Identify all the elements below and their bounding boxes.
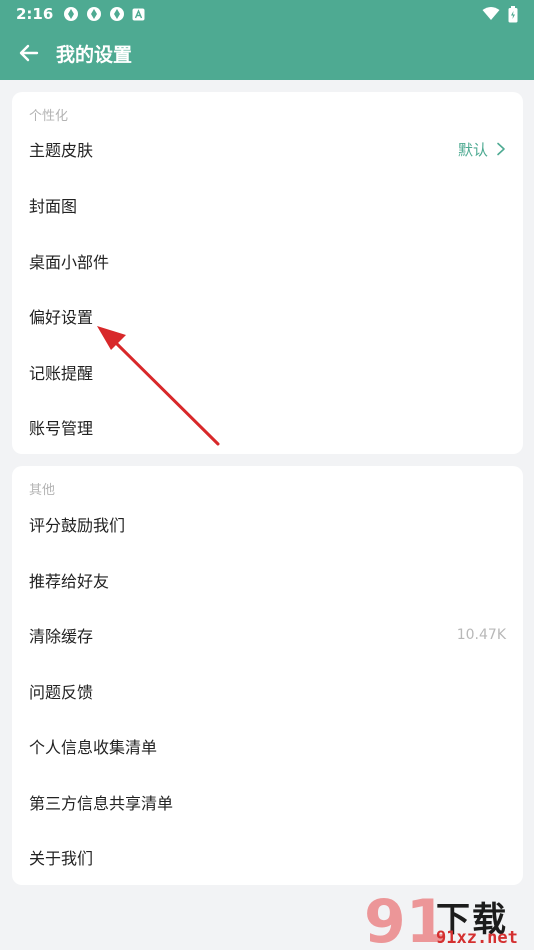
section-label-other: 其他 (29, 483, 56, 498)
settings-item-feedback[interactable]: 问题反馈 (12, 664, 523, 718)
a-icon (132, 8, 145, 20)
page-title: 我的设置 (56, 43, 133, 66)
notification-icons (63, 6, 145, 22)
toolbar: 我的设置 (0, 30, 534, 76)
theme-value: 默认 (457, 140, 488, 159)
settings-item-third-party-sharing-list[interactable]: 第三方信息共享清单 (12, 775, 523, 829)
settings-item-personal-info-list[interactable]: 个人信息收集清单 (12, 719, 523, 773)
settings-item-rate-us[interactable]: 评分鼓励我们 (12, 497, 523, 551)
row-label: 清除缓存 (29, 627, 94, 646)
settings-item-theme-skin[interactable]: 主题皮肤 默认 (12, 122, 523, 176)
settings-item-preferences[interactable]: 偏好设置 (12, 289, 523, 343)
app-icon (87, 7, 102, 21)
status-time: 2:16 (16, 5, 54, 23)
row-label: 主题皮肤 (29, 141, 94, 160)
row-label: 评分鼓励我们 (29, 516, 126, 535)
row-label: 账号管理 (29, 419, 94, 438)
system-icons (482, 5, 518, 23)
settings-item-bookkeeping-reminder[interactable]: 记账提醒 (12, 345, 523, 399)
row-value-wrap: 10.47K (457, 627, 506, 643)
personalization-card: 个性化 主题皮肤 默认 封面图 桌面小部件 偏好设置 记账提醒 账号管理 (12, 92, 523, 454)
row-label: 记账提醒 (29, 364, 94, 383)
settings-item-desktop-widget[interactable]: 桌面小部件 (12, 234, 523, 288)
app-icon (110, 7, 125, 21)
row-value-wrap: 默认 (458, 139, 506, 160)
back-button[interactable] (14, 38, 44, 68)
row-label: 桌面小部件 (29, 253, 110, 272)
cache-size-value: 10.47K (456, 627, 506, 643)
svg-text:91: 91 (364, 888, 448, 950)
status-bar: 2:16 (0, 0, 534, 28)
row-label: 关于我们 (29, 849, 94, 868)
wifi-icon (482, 7, 500, 20)
arrow-left-icon (19, 44, 39, 62)
app-header: 2:16 我的设置 (0, 0, 534, 80)
row-label: 问题反馈 (29, 683, 94, 702)
settings-item-recommend-friends[interactable]: 推荐给好友 (12, 553, 523, 607)
other-card: 其他 评分鼓励我们 推荐给好友 清除缓存 10.47K 问题反馈 个人信息收集清… (12, 466, 523, 885)
settings-item-account-management[interactable]: 账号管理 (12, 400, 523, 454)
row-label: 偏好设置 (29, 308, 94, 327)
watermark-url: 91xz.net (436, 928, 518, 948)
row-label: 个人信息收集清单 (29, 738, 158, 757)
row-label: 第三方信息共享清单 (29, 794, 174, 813)
battery-icon (508, 5, 518, 22)
row-label: 推荐给好友 (29, 572, 110, 591)
settings-item-about-us[interactable]: 关于我们 (12, 830, 523, 884)
row-label: 封面图 (29, 197, 78, 216)
settings-item-cover-image[interactable]: 封面图 (12, 178, 523, 232)
settings-item-clear-cache[interactable]: 清除缓存 10.47K (12, 608, 523, 662)
app-icon (64, 7, 79, 21)
chevron-right-icon (496, 142, 506, 156)
